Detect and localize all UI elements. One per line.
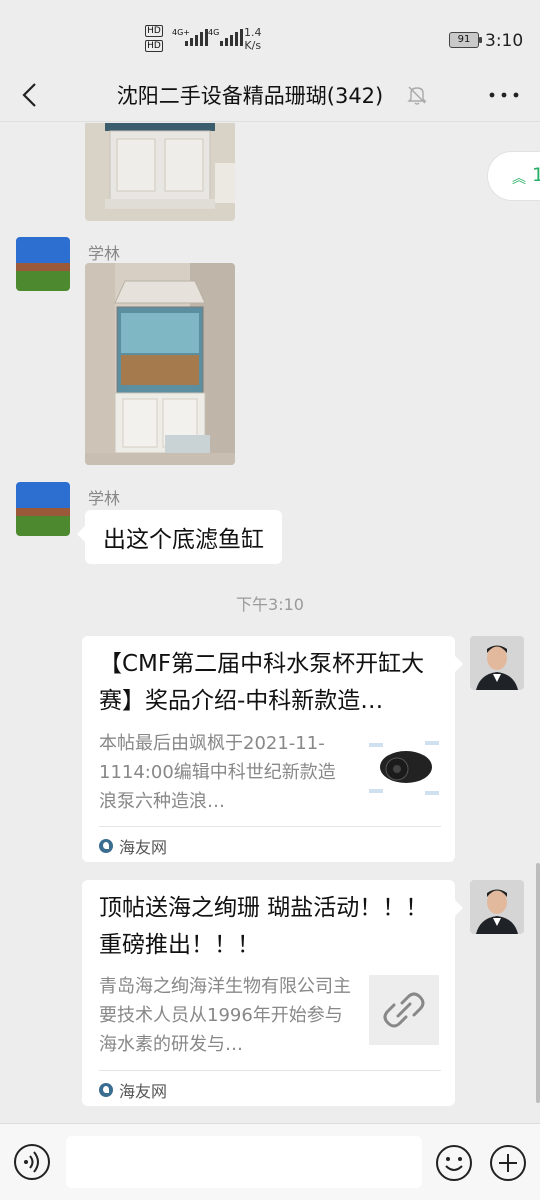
bell-muted-icon [404, 82, 430, 108]
clock: 3:10 [485, 31, 524, 51]
status-bar: HD HD 4G+ 4G 1.4 K/s 91 3:10 [0, 0, 540, 78]
link-card-title: 【CMF第二届中科水泵杯开缸大赛】奖品介绍-中科新款造… [99, 651, 425, 714]
haiyou-logo-icon [99, 1083, 113, 1097]
network-speed: 1.4 K/s [244, 26, 262, 52]
avatar[interactable] [470, 880, 524, 934]
sender-name: 学林 [88, 244, 121, 263]
double-chevron-up-icon: ︽ [512, 171, 526, 187]
wave-pump-thumbnail [369, 733, 439, 803]
chat-message-list[interactable]: ︽ 1 学林 学林 出这个底滤鱼缸 下午3:10 【CMF第二届中科水泵杯开缸大… [0, 123, 540, 1123]
chat-title: 沈阳二手设备精品珊瑚(342) [116, 84, 384, 108]
more-dots-icon[interactable] [484, 80, 524, 110]
link-card[interactable]: 【CMF第二届中科水泵杯开缸大赛】奖品介绍-中科新款造… 本帖最后由飒枫于202… [82, 636, 463, 862]
link-card-source: 海友网 [99, 834, 167, 858]
message-image[interactable] [85, 123, 235, 221]
avatar[interactable] [16, 482, 70, 536]
network-type-2: 4G [208, 28, 220, 37]
chat-header: 沈阳二手设备精品珊瑚(342) [0, 70, 540, 122]
haiyou-logo-icon [99, 839, 113, 853]
link-card-description: 青岛海之绚海洋生物有限公司主要技术人员从1996年开始参与海水素的研发与… [99, 976, 351, 1055]
divider [99, 1070, 441, 1071]
emoji-icon[interactable] [434, 1143, 474, 1183]
time-divider: 下午3:10 [236, 595, 304, 614]
signal-icon [185, 28, 208, 46]
input-bar [0, 1123, 540, 1200]
link-card-source: 海友网 [99, 1078, 167, 1102]
divider [99, 826, 441, 827]
link-icon [369, 975, 439, 1045]
voice-icon[interactable] [13, 1143, 51, 1181]
hd-indicator: HD HD [145, 25, 167, 55]
hd-badge: HD [145, 40, 163, 52]
scrollbar[interactable] [536, 863, 540, 1103]
avatar[interactable] [470, 636, 524, 690]
hd-badge: HD [145, 25, 163, 37]
message-input[interactable] [66, 1136, 422, 1188]
message-text-bubble[interactable]: 出这个底滤鱼缸 [77, 510, 282, 564]
avatar[interactable] [16, 237, 70, 291]
battery-icon: 91 [449, 32, 482, 48]
chevron-left-icon[interactable] [14, 78, 48, 112]
sender-name: 学林 [88, 489, 121, 508]
message-image[interactable] [85, 263, 235, 465]
link-card[interactable]: 顶帖送海之绚珊 瑚盐活动！！！ 重磅推出！！！ 青岛海之绚海洋生物有限公司主要技… [82, 880, 463, 1106]
signal-icon [220, 28, 243, 46]
link-card-description: 本帖最后由飒枫于2021-11-1114:00编辑中科世纪新款造浪泵六种造浪… [99, 733, 336, 812]
link-card-title: 顶帖送海之绚珊 瑚盐活动！！！ 重磅推出！！！ [99, 895, 429, 958]
new-messages-count: 1 [532, 164, 540, 186]
plus-icon[interactable] [488, 1143, 528, 1183]
new-messages-pill[interactable]: ︽ 1 [487, 151, 540, 201]
